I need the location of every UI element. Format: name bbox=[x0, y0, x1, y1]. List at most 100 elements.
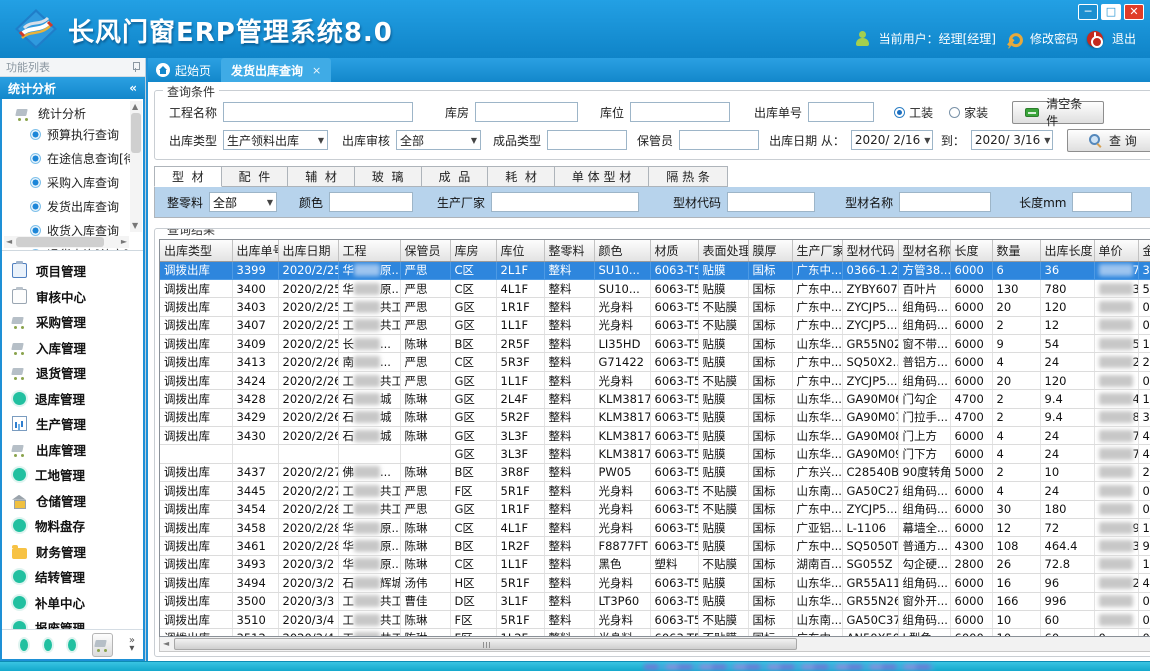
table-row[interactable]: 调拨出库34002020/2/25华原...严思C区4L1F整料SU10...6… bbox=[160, 279, 1150, 297]
close-tab-icon[interactable]: × bbox=[312, 64, 321, 77]
sidebar-menu-item[interactable]: 物料盘存 bbox=[12, 513, 139, 539]
order-no-input[interactable] bbox=[808, 102, 874, 122]
tree-item[interactable]: 发货出库查询 bbox=[30, 198, 129, 215]
column-header[interactable]: 出库长度 bbox=[1040, 240, 1094, 261]
material-tab[interactable]: 配 件 bbox=[222, 166, 289, 187]
material-tab[interactable]: 单 体 型 材 bbox=[555, 166, 649, 187]
table-row[interactable]: 调拨出库34452020/2/27工共工程严思F区5R1F整料光身料6063-T… bbox=[160, 482, 1150, 500]
project-name-input[interactable] bbox=[223, 102, 413, 122]
table-row[interactable]: 调拨出库34612020/2/28华原...陈琳B区1R2F整料F8877FT6… bbox=[160, 537, 1150, 555]
whole-part-select[interactable]: 全部▼ bbox=[209, 192, 277, 212]
column-header[interactable]: 出库日期 bbox=[278, 240, 338, 261]
sidebar-menu-item[interactable]: 工地管理 bbox=[12, 462, 139, 488]
color-input[interactable] bbox=[329, 192, 413, 212]
product-type-input[interactable] bbox=[547, 130, 627, 150]
sidebar-menu-item[interactable]: 采购管理 bbox=[12, 309, 139, 335]
work-install-radio[interactable] bbox=[894, 107, 905, 118]
sidebar-menu-item[interactable]: 项目管理 bbox=[12, 258, 139, 284]
keeper-input[interactable] bbox=[679, 130, 759, 150]
material-tab[interactable]: 玻 璃 bbox=[355, 166, 422, 187]
table-row[interactable]: 调拨出库34132020/2/26南...严思C区5R3F整料G71422606… bbox=[160, 353, 1150, 371]
table-row[interactable]: 调拨出库34542020/2/28工共工程严思G区1R1F整料光身料6063-T… bbox=[160, 500, 1150, 518]
material-tab[interactable]: 耗 材 bbox=[488, 166, 555, 187]
column-header[interactable]: 单价 bbox=[1094, 240, 1138, 261]
sidebar-menu-item[interactable]: 出库管理 bbox=[12, 437, 139, 463]
column-header[interactable]: 金 bbox=[1138, 240, 1150, 261]
column-header[interactable]: 生产厂家 bbox=[792, 240, 842, 261]
maximize-button[interactable]: □ bbox=[1101, 4, 1121, 20]
material-tab[interactable]: 隔 热 条 bbox=[649, 166, 728, 187]
expand-chevron[interactable]: »▾ bbox=[129, 637, 135, 653]
table-row[interactable]: G区3L3F整料KLM38176063-T5贴膜国标山东华...GA90M09.… bbox=[160, 445, 1150, 463]
tree-root-node[interactable]: 统计分析 bbox=[16, 105, 129, 122]
sidebar-menu-item[interactable]: 审核中心 bbox=[12, 284, 139, 310]
sidebar-menu-item[interactable]: 仓储管理 bbox=[12, 488, 139, 514]
location-input[interactable] bbox=[630, 102, 730, 122]
table-row[interactable]: 调拨出库34092020/2/25长...陈琳B区2R5F整料LI35HD606… bbox=[160, 335, 1150, 353]
tree-vertical-scrollbar[interactable]: ▲ ▼ bbox=[130, 101, 142, 232]
factory-input[interactable] bbox=[491, 192, 639, 212]
column-header[interactable]: 库位 bbox=[496, 240, 544, 261]
sidebar-menu-item[interactable]: 生产管理 bbox=[12, 411, 139, 437]
column-header[interactable]: 膜厚 bbox=[748, 240, 792, 261]
column-header[interactable]: 表面处理 bbox=[698, 240, 748, 261]
column-header[interactable]: 颜色 bbox=[594, 240, 650, 261]
cart-module-button[interactable] bbox=[92, 633, 113, 657]
tree-item[interactable]: 预算执行查询 bbox=[30, 126, 129, 143]
column-header[interactable]: 库房 bbox=[450, 240, 496, 261]
material-tab[interactable]: 成 品 bbox=[422, 166, 489, 187]
close-button[interactable]: ✕ bbox=[1124, 4, 1144, 20]
search-button[interactable]: 查 询 bbox=[1067, 129, 1150, 152]
column-header[interactable]: 出库单号 bbox=[232, 240, 278, 261]
module-dot-button[interactable] bbox=[44, 639, 52, 651]
change-password-link[interactable]: 修改密码 bbox=[1030, 30, 1078, 47]
table-row[interactable]: 调拨出库35102020/3/4工共工程陈琳F区5R1F整料光身料6063-T5… bbox=[160, 610, 1150, 628]
minimize-button[interactable]: ─ bbox=[1078, 4, 1098, 20]
sidebar-menu-item[interactable]: 补单中心 bbox=[12, 590, 139, 616]
profile-name-input[interactable] bbox=[899, 192, 991, 212]
tab-shipment-query[interactable]: 发货出库查询 × bbox=[221, 58, 331, 82]
table-row[interactable]: 调拨出库35122020/3/4工共工程陈琳F区1L2F整料光身料6063-T5… bbox=[160, 629, 1150, 637]
horizontal-scrollbar[interactable]: ◄ ► bbox=[159, 637, 1150, 652]
table-row[interactable]: 调拨出库34032020/2/25工共工程严思G区1R1F整料光身料6063-T… bbox=[160, 298, 1150, 316]
table-row[interactable]: 调拨出库34072020/2/25工共工程严思G区1L1F整料光身料6063-T… bbox=[160, 316, 1150, 334]
table-row[interactable]: 调拨出库34582020/2/28华原...陈琳C区4L1F整料光身料6063-… bbox=[160, 518, 1150, 536]
table-row[interactable]: 调拨出库35002020/3/3工共工程曹佳D区3L1F整料LT3P606063… bbox=[160, 592, 1150, 610]
column-header[interactable]: 保管员 bbox=[400, 240, 450, 261]
tree-horizontal-scrollbar[interactable]: ◄ ► bbox=[4, 236, 129, 248]
column-header[interactable]: 长度 bbox=[950, 240, 992, 261]
column-header[interactable]: 材质 bbox=[650, 240, 698, 261]
audit-select[interactable]: 全部▼ bbox=[396, 130, 481, 150]
sidebar-menu-item[interactable]: 退货管理 bbox=[12, 360, 139, 386]
sidebar-menu-item[interactable]: 报废管理 bbox=[12, 615, 139, 629]
column-header[interactable]: 整零料 bbox=[544, 240, 594, 261]
sidebar-section-header[interactable]: 统计分析 « bbox=[0, 77, 145, 99]
table-row[interactable]: 调拨出库34282020/2/26石城陈琳G区2L4F整料KLM38176063… bbox=[160, 390, 1150, 408]
sidebar-menu-item[interactable]: 结转管理 bbox=[12, 564, 139, 590]
sidebar-menu-item[interactable]: 入库管理 bbox=[12, 335, 139, 361]
table-row[interactable]: 调拨出库33992020/2/25华原...严思C区2L1F整料SU10...6… bbox=[160, 261, 1150, 279]
warehouse-input[interactable] bbox=[475, 102, 578, 122]
logout-link[interactable]: 退出 bbox=[1112, 30, 1136, 47]
column-header[interactable]: 出库类型 bbox=[160, 240, 232, 261]
profile-code-input[interactable] bbox=[727, 192, 815, 212]
sidebar-menu-item[interactable]: 退库管理 bbox=[12, 386, 139, 412]
collapse-icon[interactable]: « bbox=[129, 81, 137, 95]
column-header[interactable]: 数量 bbox=[992, 240, 1040, 261]
module-dot-button[interactable] bbox=[20, 639, 28, 651]
column-header[interactable]: 型材名称 bbox=[898, 240, 950, 261]
table-row[interactable]: 调拨出库34932020/3/2华原...陈琳C区1L1F整料黑色塑料不贴膜国标… bbox=[160, 555, 1150, 573]
table-row[interactable]: 调拨出库34942020/3/2石辉城汤伟H区5R1F整料光身料6063-T5贴… bbox=[160, 574, 1150, 592]
table-row[interactable]: 调拨出库34242020/2/26工共工程严思G区1L1F整料光身料6063-T… bbox=[160, 371, 1150, 389]
material-tab[interactable]: 辅 材 bbox=[288, 166, 355, 187]
sidebar-menu-item[interactable]: 财务管理 bbox=[12, 539, 139, 565]
material-tab[interactable]: 型 材 bbox=[154, 166, 222, 187]
table-row[interactable]: 调拨出库34372020/2/27佛...陈琳B区3R8F整料PW056063-… bbox=[160, 463, 1150, 481]
tab-home[interactable]: 起始页 bbox=[148, 58, 221, 82]
pin-icon[interactable] bbox=[132, 62, 139, 72]
date-to-select[interactable]: 2020/ 3/16▼ bbox=[971, 130, 1053, 150]
length-input[interactable] bbox=[1072, 192, 1132, 212]
table-row[interactable]: 调拨出库34302020/2/26石城陈琳G区3L3F整料KLM38176063… bbox=[160, 427, 1150, 445]
module-dot-button[interactable] bbox=[68, 639, 76, 651]
home-install-radio[interactable] bbox=[949, 107, 960, 118]
